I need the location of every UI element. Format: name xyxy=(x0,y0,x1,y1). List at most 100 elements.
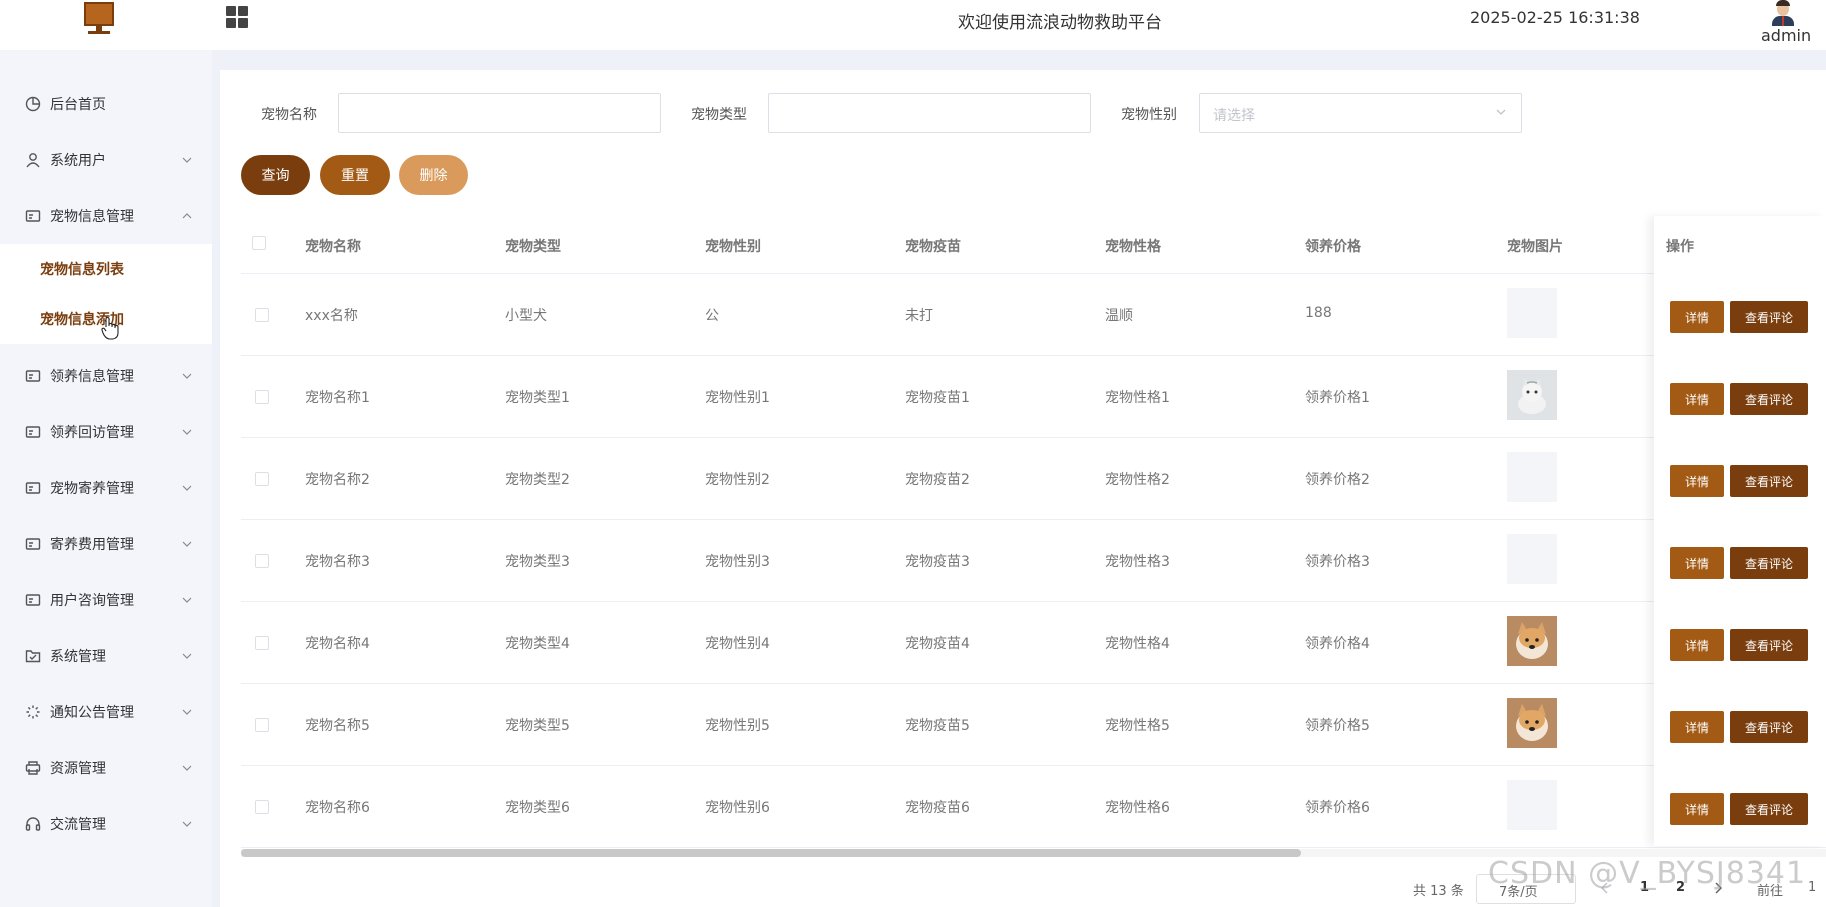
cell-type: 宠物类型6 xyxy=(505,800,570,816)
cell-price: 领养价格2 xyxy=(1305,472,1370,488)
cell-vaccine: 宠物疫苗3 xyxy=(905,554,970,570)
pagination-total: 共 13 条 xyxy=(1413,884,1464,899)
cell-vaccine: 宠物疫苗5 xyxy=(905,718,970,734)
hand-cursor-icon xyxy=(101,317,119,340)
cell-type: 宠物类型3 xyxy=(505,554,570,570)
view-comments-button[interactable]: 查看评论 xyxy=(1730,547,1808,579)
row-checkbox[interactable] xyxy=(255,800,269,814)
row-checkbox[interactable] xyxy=(255,718,269,732)
row-checkbox[interactable] xyxy=(255,390,269,404)
pet-image[interactable] xyxy=(1507,698,1557,748)
view-comments-button[interactable]: 查看评论 xyxy=(1730,711,1808,743)
sidebar-item-label: 寄养费用管理 xyxy=(50,537,134,553)
cell-gender: 宠物性别5 xyxy=(705,718,770,734)
headset-icon xyxy=(25,816,41,832)
sidebar-item-label: 宠物信息管理 xyxy=(50,209,134,225)
row-checkbox[interactable] xyxy=(255,308,269,322)
detail-button[interactable]: 详情 xyxy=(1670,383,1724,415)
column-header: 宠物疫苗 xyxy=(905,239,961,255)
cell-name: 宠物名称6 xyxy=(305,800,370,816)
table-row: 宠物名称3 宠物类型3 宠物性别3 宠物疫苗3 宠物性格3 领养价格3 xyxy=(241,520,1826,602)
sidebar-item-label: 通知公告管理 xyxy=(50,705,134,721)
view-comments-button[interactable]: 查看评论 xyxy=(1730,383,1808,415)
pet-name-input[interactable] xyxy=(338,93,661,133)
table-row: xxx名称 小型犬 公 未打 温顺 188 xyxy=(241,274,1826,356)
reset-button[interactable]: 重置 xyxy=(320,155,390,195)
sidebar-item-3[interactable]: 宠物信息管理 xyxy=(0,191,212,241)
sidebar-item-8[interactable]: 用户咨询管理 xyxy=(0,575,212,625)
view-comments-button[interactable]: 查看评论 xyxy=(1730,465,1808,497)
cell-price: 领养价格3 xyxy=(1305,554,1370,570)
table-header: 宠物名称 宠物类型 宠物性别 宠物疫苗 宠物性格 领养价格 宠物图片 xyxy=(241,216,1826,274)
card-icon xyxy=(25,208,41,224)
operations-column: 操作 详情 查看评论 详情 查看评论 详情 查看评论 详情 查看评论 详情 查看评论 详情 查看评论 详情… xyxy=(1654,216,1826,846)
query-button[interactable]: 查询 xyxy=(241,155,310,195)
cell-type: 小型犬 xyxy=(505,308,547,324)
card-icon xyxy=(25,424,41,440)
view-comments-button[interactable]: 查看评论 xyxy=(1730,301,1808,333)
goto-page-input[interactable]: 1 xyxy=(1808,880,1816,895)
delete-button[interactable]: 删除 xyxy=(399,155,468,195)
pet-image[interactable] xyxy=(1507,288,1557,338)
detail-button[interactable]: 详情 xyxy=(1670,547,1724,579)
pet-image[interactable] xyxy=(1507,452,1557,502)
watermark: CSDN @V_BYSJ8341 xyxy=(1488,856,1807,891)
sidebar-item-pet-list[interactable]: 宠物信息列表 xyxy=(0,244,212,294)
sidebar-item-12[interactable]: 交流管理 xyxy=(0,799,212,849)
sidebar-item-label: 后台首页 xyxy=(50,97,106,113)
cell-type: 宠物类型4 xyxy=(505,636,570,652)
card-icon xyxy=(25,536,41,552)
chevron-up-icon xyxy=(182,213,192,219)
cell-name: 宠物名称5 xyxy=(305,718,370,734)
pet-image[interactable] xyxy=(1507,616,1557,666)
detail-button[interactable]: 详情 xyxy=(1670,711,1724,743)
user-icon xyxy=(25,152,41,168)
row-checkbox[interactable] xyxy=(255,636,269,650)
detail-button[interactable]: 详情 xyxy=(1670,465,1724,497)
horizontal-scrollbar-thumb[interactable] xyxy=(241,849,1301,857)
row-checkbox[interactable] xyxy=(255,554,269,568)
sidebar-item-5[interactable]: 领养回访管理 xyxy=(0,407,212,457)
sidebar-item-label: 领养回访管理 xyxy=(50,425,134,441)
detail-button[interactable]: 详情 xyxy=(1670,793,1724,825)
sidebar-item-label: 系统管理 xyxy=(50,649,106,665)
chevron-down-icon xyxy=(182,429,192,435)
pet-image[interactable] xyxy=(1507,780,1557,830)
detail-button[interactable]: 详情 xyxy=(1670,301,1724,333)
sidebar-item-4[interactable]: 领养信息管理 xyxy=(0,351,212,401)
pet-image[interactable] xyxy=(1507,534,1557,584)
chevron-down-icon xyxy=(182,653,192,659)
cell-vaccine: 宠物疫苗2 xyxy=(905,472,970,488)
sidebar-item-11[interactable]: 资源管理 xyxy=(0,743,212,793)
row-checkbox[interactable] xyxy=(255,472,269,486)
datetime-display: 2025-02-25 16:31:38 xyxy=(1470,8,1640,27)
sidebar-item-9[interactable]: 系统管理 xyxy=(0,631,212,681)
column-header: 宠物性别 xyxy=(705,239,761,255)
cell-vaccine: 宠物疫苗1 xyxy=(905,390,970,406)
sidebar-item-7[interactable]: 寄养费用管理 xyxy=(0,519,212,569)
select-all-checkbox[interactable] xyxy=(252,236,266,250)
pet-gender-select[interactable]: 请选择 xyxy=(1199,93,1522,133)
cell-price: 领养价格5 xyxy=(1305,718,1370,734)
pet-name-label: 宠物名称 xyxy=(261,107,317,123)
cell-character: 温顺 xyxy=(1105,308,1133,324)
avatar[interactable] xyxy=(1768,0,1798,26)
apps-grid-icon[interactable] xyxy=(226,6,248,28)
column-header: 宠物图片 xyxy=(1507,239,1563,255)
sidebar-item-6[interactable]: 宠物寄养管理 xyxy=(0,463,212,513)
cell-name: 宠物名称2 xyxy=(305,472,370,488)
detail-button[interactable]: 详情 xyxy=(1670,629,1724,661)
pet-image[interactable] xyxy=(1507,370,1557,420)
chevron-down-icon xyxy=(182,597,192,603)
top-header: 欢迎使用流浪动物救助平台 2025-02-25 16:31:38 admin xyxy=(0,0,1826,59)
table-row: 宠物名称2 宠物类型2 宠物性别2 宠物疫苗2 宠物性格2 领养价格2 xyxy=(241,438,1826,520)
view-comments-button[interactable]: 查看评论 xyxy=(1730,793,1808,825)
chevron-down-icon xyxy=(182,373,192,379)
sidebar-item-10[interactable]: 通知公告管理 xyxy=(0,687,212,737)
view-comments-button[interactable]: 查看评论 xyxy=(1730,629,1808,661)
cell-name: 宠物名称4 xyxy=(305,636,370,652)
sidebar-item-1[interactable]: 后台首页 xyxy=(0,79,212,129)
pet-type-input[interactable] xyxy=(768,93,1091,133)
sidebar-item-2[interactable]: 系统用户 xyxy=(0,135,212,185)
column-header: 宠物性格 xyxy=(1105,239,1161,255)
